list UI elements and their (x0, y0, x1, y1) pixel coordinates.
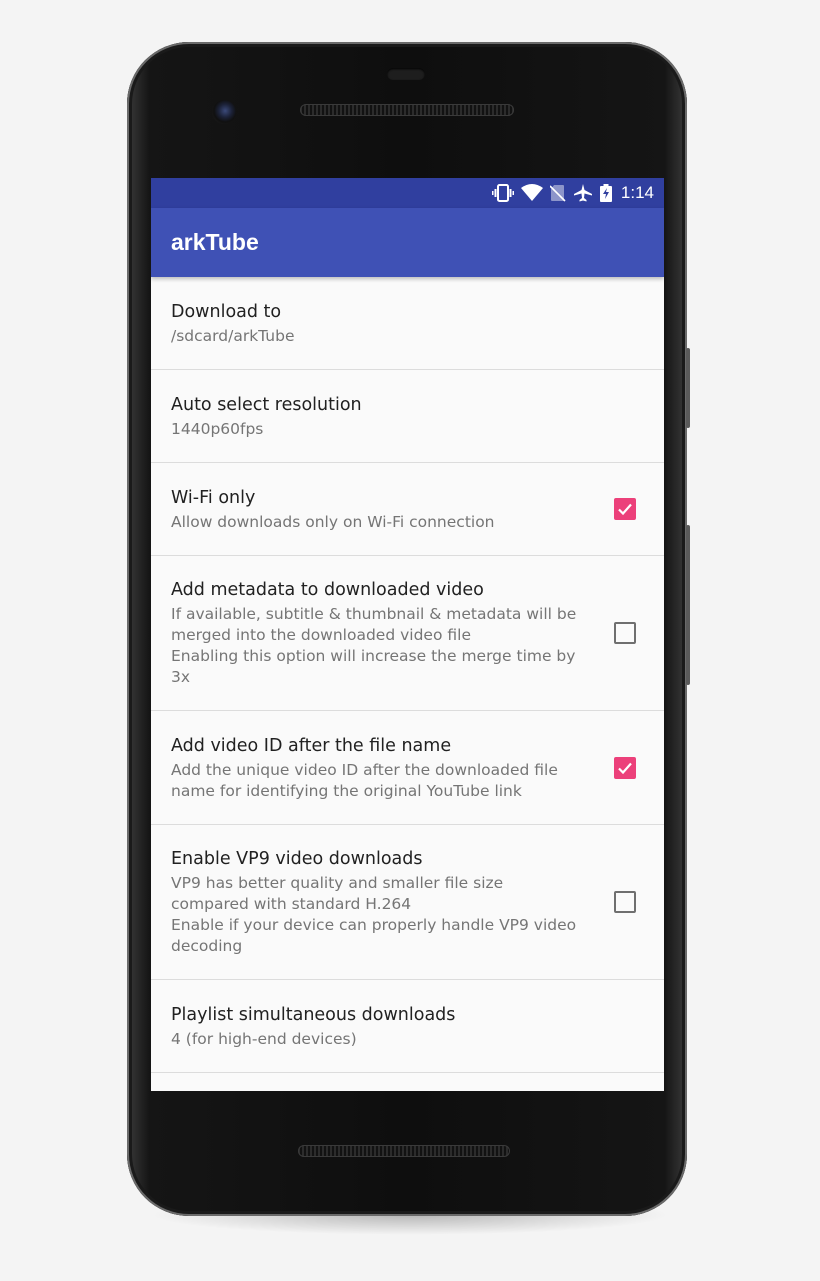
phone-screen: 1:14 arkTube Download to /sdcard/arkTube… (151, 178, 664, 1091)
pref-title: Enable VP9 video downloads (171, 849, 423, 869)
bottom-speaker-grille (298, 1145, 510, 1157)
volume-rocker[interactable] (686, 525, 690, 685)
enable-vp9-checkbox[interactable] (614, 891, 636, 913)
airplane-mode-icon (573, 184, 593, 202)
pref-add-video-id[interactable]: Add video ID after the file name Add the… (151, 711, 664, 825)
app-bar: arkTube (151, 208, 664, 277)
top-speaker-grille (300, 104, 514, 116)
pref-title: Add metadata to downloaded video (171, 580, 484, 600)
pref-summary: If available, subtitle & thumbnail & met… (171, 605, 577, 686)
pref-auto-select-resolution[interactable]: Auto select resolution 1440p60fps (151, 370, 664, 463)
pref-download-to[interactable]: Download to /sdcard/arkTube (151, 277, 664, 370)
pref-enable-vp9[interactable]: Enable VP9 video downloads VP9 has bette… (151, 825, 664, 980)
pref-summary: VP9 has better quality and smaller file … (171, 874, 577, 955)
power-button[interactable] (686, 348, 690, 428)
pref-playlist-simultaneous-downloads[interactable]: Playlist simultaneous downloads 4 (for h… (151, 980, 664, 1073)
pref-add-metadata[interactable]: Add metadata to downloaded video If avai… (151, 556, 664, 711)
add-metadata-checkbox[interactable] (614, 622, 636, 644)
battery-charging-icon (599, 184, 612, 202)
pref-title: Download to (171, 301, 282, 322)
vibrate-icon (491, 184, 514, 202)
front-camera (212, 100, 236, 124)
preference-list: Download to /sdcard/arkTube Auto select … (151, 277, 664, 1073)
pref-wifi-only[interactable]: Wi-Fi only Allow downloads only on Wi-Fi… (151, 463, 664, 556)
pref-title: Auto select resolution (171, 394, 362, 415)
no-sim-icon (549, 184, 566, 202)
pref-summary: Allow downloads only on Wi-Fi connection (171, 512, 495, 531)
pref-summary: 4 (for high-end devices) (171, 1029, 357, 1048)
wifi-icon (520, 184, 543, 202)
add-video-id-checkbox[interactable] (614, 756, 636, 779)
pref-title: Playlist simultaneous downloads (171, 1004, 456, 1025)
status-bar: 1:14 (151, 178, 664, 208)
wifi-only-checkbox[interactable] (614, 498, 636, 520)
checkmark-icon (618, 762, 632, 774)
checkmark-icon (618, 503, 632, 516)
status-time: 1:14 (620, 183, 654, 202)
pref-summary: /sdcard/arkTube (171, 326, 295, 345)
pref-summary: 1440p60fps (171, 419, 264, 438)
app-title: arkTube (171, 229, 259, 255)
pref-summary: Add the unique video ID after the downlo… (171, 760, 558, 800)
pref-title: Add video ID after the file name (171, 735, 452, 756)
proximity-sensor (387, 68, 425, 80)
pref-title: Wi-Fi only (171, 487, 256, 508)
